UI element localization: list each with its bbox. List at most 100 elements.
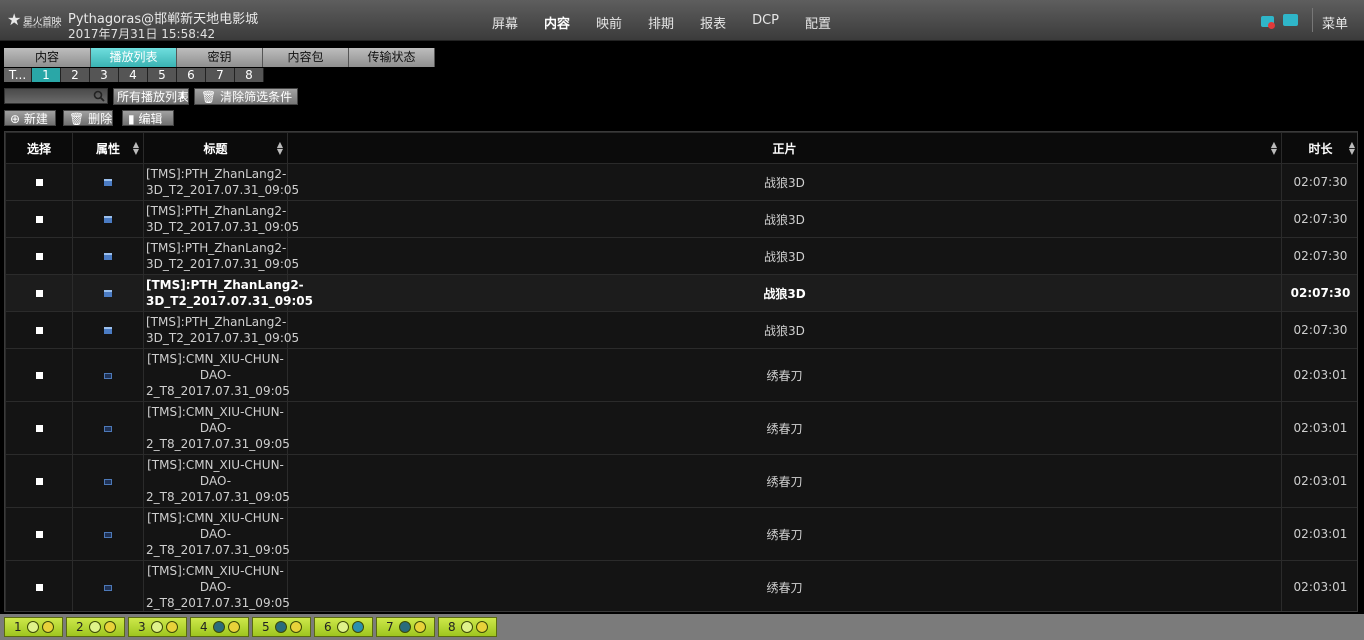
nav-item-0[interactable]: 屏幕 (492, 13, 518, 32)
search-input[interactable] (4, 88, 108, 104)
page-tab-7[interactable]: 7 (206, 68, 235, 82)
select-cell[interactable] (5, 163, 73, 201)
attribute-cell (72, 311, 144, 349)
page-tab-6[interactable]: 6 (177, 68, 206, 82)
screen-button-4[interactable]: 4 (190, 617, 249, 637)
screen-button-1[interactable]: 1 (4, 617, 63, 637)
messages-icon[interactable] (1283, 14, 1298, 26)
screen-button-2[interactable]: 2 (66, 617, 125, 637)
screen-button-6[interactable]: 6 (314, 617, 373, 637)
title-cell: [TMS]:PTH_ZhanLang2-3D_T2_2017.07.31_09:… (143, 311, 299, 349)
page-tab-4[interactable]: 4 (119, 68, 148, 82)
select-cell[interactable] (5, 348, 73, 402)
screen-number: 5 (262, 620, 270, 634)
table-row[interactable]: [TMS]:PTH_ZhanLang2-3D_T2_2017.07.31_09:… (5, 237, 1357, 275)
title-cell: [TMS]:PTH_ZhanLang2-3D_T2_2017.07.31_09:… (143, 237, 299, 275)
col-select[interactable]: 选择 (5, 132, 73, 164)
table-row[interactable]: [TMS]:CMN_XIU-CHUN-DAO-2_T8_2017.07.31_0… (5, 454, 1357, 508)
screen-button-7[interactable]: 7 (376, 617, 435, 637)
delete-button[interactable]: 🗑 删除 (63, 110, 113, 126)
screen-button-8[interactable]: 8 (438, 617, 497, 637)
sort-icon[interactable]: ▲ ▼ (277, 141, 283, 156)
row-checkbox[interactable] (35, 584, 43, 591)
nav-item-1[interactable]: 内容 (544, 13, 570, 32)
select-cell[interactable] (5, 311, 73, 349)
playlist-table: 选择 属性 ▲ ▼ 标题 ▲ ▼ 正片 ▲ ▼ 时长 ▲ ▼ [TMS]:PTH_ZhanLan… (4, 131, 1358, 612)
content-tabs: 内容 播放列表 密钥 内容包 传输状态 (4, 48, 435, 67)
row-checkbox[interactable] (35, 372, 43, 379)
col-title[interactable]: 标题 ▲ ▼ (143, 132, 288, 164)
row-checkbox[interactable] (35, 253, 43, 260)
table-row[interactable]: [TMS]:CMN_XIU-CHUN-DAO-2_T8_2017.07.31_0… (5, 348, 1357, 402)
row-checkbox[interactable] (35, 290, 43, 297)
select-cell[interactable] (5, 507, 73, 561)
nav-item-6[interactable]: 配置 (805, 13, 831, 32)
menu-button[interactable]: 菜单 (1322, 13, 1348, 32)
nav-item-2[interactable]: 映前 (596, 13, 622, 32)
connection-alert-icon[interactable] (1261, 16, 1275, 29)
row-checkbox[interactable] (35, 179, 43, 186)
duration-cell: 02:03:01 (1281, 560, 1357, 611)
nav-item-4[interactable]: 报表 (700, 13, 726, 32)
edit-button[interactable]: ▮ 编辑 (122, 110, 174, 126)
tab-content-3[interactable]: 内容包 (263, 48, 349, 67)
tab-content-0[interactable]: 内容 (4, 48, 91, 67)
table-row[interactable]: [TMS]:PTH_ZhanLang2-3D_T2_2017.07.31_09:… (5, 311, 1357, 349)
row-checkbox[interactable] (35, 216, 43, 223)
duration-cell: 02:03:01 (1281, 507, 1357, 561)
select-cell[interactable] (5, 560, 73, 611)
feature-cell: 战狼3D (287, 237, 1282, 275)
table-row[interactable]: [TMS]:PTH_ZhanLang2-3D_T2_2017.07.31_09:… (5, 163, 1357, 201)
3d-icon (104, 179, 112, 186)
page-tab-3[interactable]: 3 (90, 68, 119, 82)
sort-icon[interactable]: ▲ ▼ (133, 141, 139, 156)
tab-content-2[interactable]: 密钥 (177, 48, 263, 67)
2d-icon (104, 373, 112, 379)
page-tab-1[interactable]: 1 (32, 68, 61, 82)
select-cell[interactable] (5, 200, 73, 238)
sort-icon[interactable]: ▲ ▼ (1349, 141, 1355, 156)
row-checkbox[interactable] (35, 327, 43, 334)
brand-logo: ★ 星火首映 Stars Cinemas (7, 10, 63, 30)
attribute-cell (72, 237, 144, 275)
col-attribute[interactable]: 属性 ▲ ▼ (72, 132, 144, 164)
page-tab-2[interactable]: 2 (61, 68, 90, 82)
select-cell[interactable] (5, 274, 73, 312)
new-button[interactable]: ⊕ 新建 (4, 110, 56, 126)
row-checkbox[interactable] (35, 531, 43, 538)
page-tab-0[interactable]: T... (4, 68, 32, 82)
page-tab-5[interactable]: 5 (148, 68, 177, 82)
search-icon[interactable] (93, 90, 105, 102)
table-row[interactable]: [TMS]:CMN_XIU-CHUN-DAO-2_T8_2017.07.31_0… (5, 507, 1357, 561)
row-checkbox[interactable] (35, 478, 43, 485)
page-tab-8[interactable]: 8 (235, 68, 264, 82)
tab-content-1[interactable]: 播放列表 (91, 48, 177, 67)
table-row[interactable]: [TMS]:PTH_ZhanLang2-3D_T2_2017.07.31_09:… (5, 274, 1357, 312)
nav-item-5[interactable]: DCP (752, 13, 779, 32)
table-row[interactable]: [TMS]:PTH_ZhanLang2-3D_T2_2017.07.31_09:… (5, 200, 1357, 238)
star-logo-icon: ★ (7, 10, 22, 29)
tab-content-4[interactable]: 传输状态 (349, 48, 435, 67)
edit-label: 编辑 (138, 112, 163, 126)
plus-circle-icon: ⊕ (10, 112, 21, 126)
play-status-icon (89, 621, 101, 633)
duration-cell: 02:07:30 (1281, 311, 1357, 349)
current-datetime: 2017年7月31日 15:58:42 (68, 27, 216, 41)
duration-cell: 02:03:01 (1281, 454, 1357, 508)
table-row[interactable]: [TMS]:CMN_XIU-CHUN-DAO-2_T8_2017.07.31_0… (5, 401, 1357, 455)
screen-button-5[interactable]: 5 (252, 617, 311, 637)
nav-item-3[interactable]: 排期 (648, 13, 674, 32)
table-row[interactable]: [TMS]:CMN_XIU-CHUN-DAO-2_T8_2017.07.31_0… (5, 560, 1357, 611)
feature-cell: 战狼3D (287, 311, 1282, 349)
col-feature[interactable]: 正片 ▲ ▼ (287, 132, 1282, 164)
select-cell[interactable] (5, 237, 73, 275)
screen-button-3[interactable]: 3 (128, 617, 187, 637)
playlist-filter-select[interactable]: 所有播放列表 ⬍ (113, 88, 189, 105)
row-checkbox[interactable] (35, 425, 43, 432)
sort-icon[interactable]: ▲ ▼ (1271, 141, 1277, 156)
duration-cell: 02:07:30 (1281, 163, 1357, 201)
select-cell[interactable] (5, 454, 73, 508)
select-cell[interactable] (5, 401, 73, 455)
clear-filter-button[interactable]: 🗑 清除筛选条件 (194, 88, 298, 105)
col-duration[interactable]: 时长 ▲ ▼ (1281, 132, 1357, 164)
